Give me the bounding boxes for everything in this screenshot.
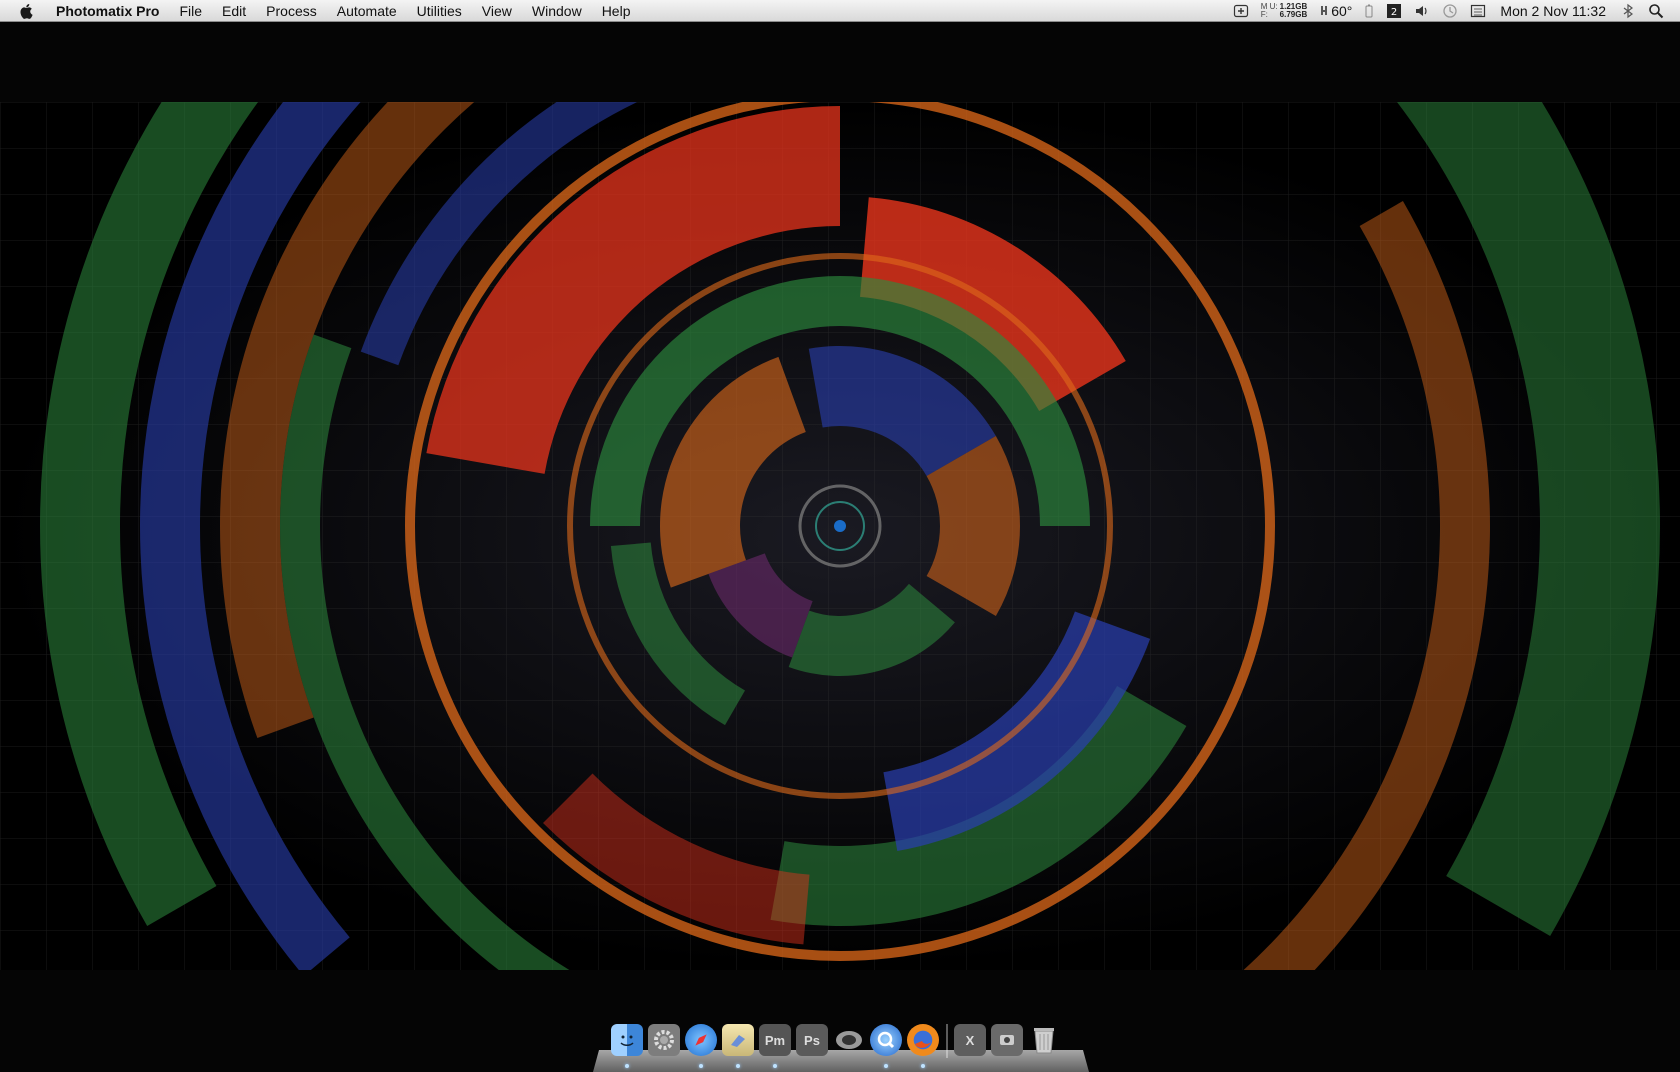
lens-icon bbox=[836, 1031, 862, 1049]
menu-file[interactable]: File bbox=[169, 0, 212, 22]
svg-text:2: 2 bbox=[1391, 7, 1397, 18]
running-indicator bbox=[884, 1064, 888, 1068]
menu-bar-status: M U: F: 1.21GB 6.79GB 60° 2 Mon 2 Nov 11… bbox=[1227, 0, 1680, 21]
dock-icons: Pm Ps X bbox=[611, 1024, 1065, 1068]
dock-quicktime[interactable] bbox=[870, 1024, 902, 1068]
compass-icon bbox=[695, 1034, 707, 1046]
spotlight-icon[interactable] bbox=[1648, 3, 1664, 19]
add-icon[interactable] bbox=[1233, 3, 1249, 19]
memory-monitor[interactable]: M U: F: 1.21GB 6.79GB bbox=[1260, 2, 1308, 19]
running-indicator bbox=[699, 1064, 703, 1068]
running-indicator bbox=[921, 1064, 925, 1068]
temperature-icon bbox=[1321, 5, 1328, 15]
stamp-icon bbox=[731, 1035, 745, 1047]
apple-logo-icon[interactable] bbox=[18, 2, 36, 20]
utility-icon bbox=[1000, 1035, 1014, 1045]
menu-help[interactable]: Help bbox=[592, 0, 641, 22]
dock-firefox[interactable] bbox=[907, 1024, 939, 1068]
menu-bar-left: Photomatix Pro File Edit Process Automat… bbox=[0, 0, 640, 21]
firefox-icon bbox=[915, 1041, 931, 1048]
battery-icon[interactable] bbox=[1364, 3, 1374, 19]
photoshop-icon-label: Ps bbox=[804, 1032, 820, 1048]
bluetooth-icon[interactable] bbox=[1620, 3, 1636, 19]
dock-aperture[interactable] bbox=[833, 1024, 865, 1056]
quicktime-icon bbox=[877, 1031, 895, 1049]
menu-bar: Photomatix Pro File Edit Process Automat… bbox=[0, 0, 1680, 22]
menu-clock[interactable]: Mon 2 Nov 11:32 bbox=[1500, 3, 1606, 19]
photomatix-icon-label: Pm bbox=[764, 1032, 786, 1048]
trash-icon bbox=[1034, 1028, 1054, 1054]
dock-safari[interactable] bbox=[685, 1024, 717, 1068]
dock-photoshop[interactable]: Ps bbox=[796, 1024, 828, 1056]
dock-finder[interactable] bbox=[611, 1024, 643, 1068]
running-indicator bbox=[736, 1064, 740, 1068]
dock-utility[interactable] bbox=[991, 1024, 1023, 1056]
temperature-monitor[interactable]: 60° bbox=[1319, 3, 1352, 19]
finder-icon bbox=[620, 1035, 634, 1046]
desktop-wallpaper bbox=[0, 102, 1680, 970]
dock-mail[interactable] bbox=[722, 1024, 754, 1068]
volume-icon[interactable] bbox=[1414, 3, 1430, 19]
menu-view[interactable]: View bbox=[472, 0, 522, 22]
dock-system-preferences[interactable] bbox=[648, 1024, 680, 1056]
dock-photomatix[interactable]: Pm bbox=[759, 1024, 791, 1068]
dock-trash[interactable] bbox=[1028, 1024, 1060, 1056]
memory-free-value: 6.79GB bbox=[1279, 9, 1308, 19]
dock-x11[interactable]: X bbox=[954, 1024, 986, 1056]
keyboard-icon[interactable] bbox=[1470, 3, 1486, 19]
running-indicator bbox=[773, 1064, 777, 1068]
dock-separator bbox=[946, 1024, 948, 1058]
menu-edit[interactable]: Edit bbox=[212, 0, 256, 22]
time-machine-icon[interactable] bbox=[1442, 3, 1458, 19]
gear-icon bbox=[654, 1030, 674, 1050]
running-indicator bbox=[625, 1064, 629, 1068]
menu-utilities[interactable]: Utilities bbox=[407, 0, 472, 22]
temperature-value: 60° bbox=[1331, 2, 1353, 19]
dock: Pm Ps X bbox=[593, 1022, 1089, 1072]
wallpaper-graphic bbox=[0, 102, 1680, 970]
calendar-icon[interactable]: 2 bbox=[1386, 3, 1402, 19]
x11-icon-label: X bbox=[965, 1032, 975, 1048]
app-menu[interactable]: Photomatix Pro bbox=[48, 0, 169, 22]
menu-process[interactable]: Process bbox=[256, 0, 327, 22]
memory-free-label: F: bbox=[1260, 9, 1268, 19]
desktop[interactable]: Pm Ps X bbox=[0, 22, 1680, 1072]
wallpaper-center-dot bbox=[834, 520, 846, 532]
menu-window[interactable]: Window bbox=[522, 0, 592, 22]
menu-automate[interactable]: Automate bbox=[327, 0, 407, 22]
